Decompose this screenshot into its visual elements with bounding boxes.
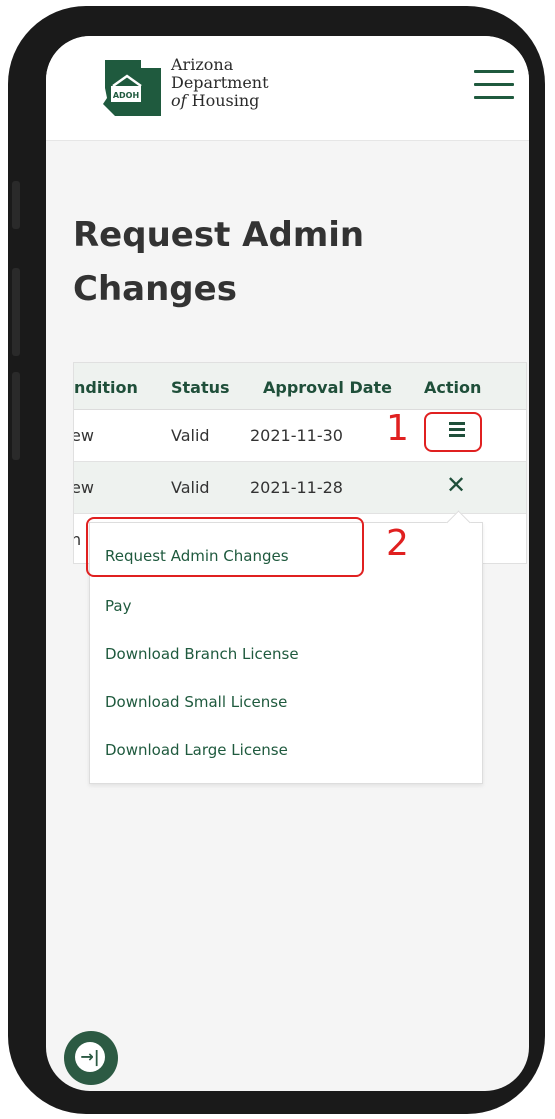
hamburger-bar <box>474 83 514 86</box>
column-header-status: Status <box>171 378 230 397</box>
column-header-approval-date: Approval Date <box>263 378 393 397</box>
page-title: Request Admin Changes <box>73 215 365 309</box>
logo-line: of Housing <box>171 91 260 110</box>
cell-condition: ew <box>73 478 94 497</box>
cell-approval-date: 2021-11-28 <box>250 478 343 497</box>
menu-item-download-large-license[interactable]: Download Large License <box>105 741 288 759</box>
annotation-box-step-1 <box>424 412 482 452</box>
table-header: ndition Status Approval Date Action <box>74 363 526 410</box>
cell-condition: ew <box>73 426 94 445</box>
annotation-step-2: 2 <box>386 523 409 564</box>
phone-side-button <box>12 181 20 229</box>
table-row: ew Valid 2021-11-28 ✕ <box>74 462 526 514</box>
sign-in-arrow-icon: →| <box>75 1042 105 1072</box>
login-button[interactable]: →| <box>64 1031 118 1085</box>
logo-line: Arizona <box>171 55 234 74</box>
site-header: ADOH Arizona Department of Housing <box>46 36 529 141</box>
logo-line: Department <box>171 73 269 92</box>
cell-condition: n <box>74 530 81 549</box>
cell-approval-date: 2021-11-30 <box>250 426 343 445</box>
adoh-logo-icon[interactable]: ADOH <box>101 58 165 118</box>
cell-status: Valid <box>171 426 210 445</box>
main-menu-button[interactable] <box>474 70 514 102</box>
column-header-condition: ndition <box>74 378 138 397</box>
hamburger-bar <box>474 70 514 73</box>
svg-text:ADOH: ADOH <box>113 91 139 100</box>
hamburger-bar <box>474 96 514 99</box>
phone-side-button <box>12 268 20 356</box>
phone-side-button <box>12 372 20 460</box>
menu-item-download-small-license[interactable]: Download Small License <box>105 693 287 711</box>
annotation-step-1: 1 <box>386 408 409 449</box>
close-icon[interactable]: ✕ <box>446 471 466 499</box>
annotation-box-step-2 <box>86 517 364 577</box>
menu-item-download-branch-license[interactable]: Download Branch License <box>105 645 299 663</box>
menu-item-pay[interactable]: Pay <box>105 597 131 615</box>
column-header-action: Action <box>424 378 482 397</box>
logo-wordmark[interactable]: Arizona Department of Housing <box>171 56 269 110</box>
cell-status: Valid <box>171 478 210 497</box>
